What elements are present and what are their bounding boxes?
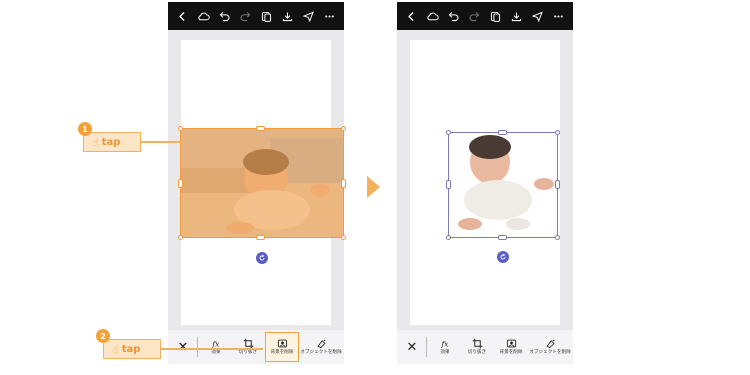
step-badge: 1 (78, 122, 92, 136)
close-button[interactable]: ✕ (172, 330, 194, 364)
resize-handle[interactable] (446, 130, 451, 135)
rotate-icon (500, 253, 506, 260)
download-icon[interactable] (280, 8, 296, 24)
svg-text:fx: fx (440, 339, 449, 348)
resize-handle[interactable] (555, 235, 560, 240)
top-toolbar (168, 2, 344, 30)
tap-label: tap (101, 136, 121, 148)
crop-icon (472, 338, 482, 349)
remove-background-icon (277, 339, 287, 348)
resize-handle[interactable] (178, 235, 183, 240)
cloud-icon[interactable] (425, 8, 441, 24)
resize-handle[interactable] (446, 180, 451, 189)
undo-icon[interactable] (217, 8, 233, 24)
hand-pointer-icon: ☝ (112, 342, 119, 356)
resize-handle[interactable] (498, 130, 507, 135)
step-badge: 2 (96, 329, 110, 343)
callout-leader-line (141, 141, 181, 143)
phone-after: ✕ fx 効果 切り抜き 背景を削除 オブジェクトを削除 (397, 2, 573, 364)
resize-handle[interactable] (341, 179, 346, 188)
rotate-button[interactable] (256, 252, 268, 264)
resize-handle[interactable] (446, 235, 451, 240)
resize-handle[interactable] (555, 180, 560, 189)
effects-tool[interactable]: fx 効果 (201, 330, 231, 364)
crop-label: 切り抜き (238, 350, 258, 356)
resize-handle[interactable] (555, 130, 560, 135)
remove-object-label: オブジェクトを削除 (529, 350, 571, 356)
chevron-left-icon[interactable] (175, 8, 191, 24)
effects-label: 効果 (211, 350, 221, 356)
close-icon: ✕ (177, 339, 189, 355)
resize-handle[interactable] (341, 235, 346, 240)
bottom-toolbar: ✕ fx 効果 切り抜き 背景を削除 オブジェクトを削除 (397, 330, 573, 364)
rotate-icon (259, 254, 265, 261)
close-button[interactable]: ✕ (401, 330, 423, 364)
share-icon[interactable] (530, 8, 546, 24)
toolbar-divider (197, 337, 198, 357)
tap-label: tap (121, 343, 141, 355)
layers-icon[interactable] (488, 8, 504, 24)
tap-label-box: ☝ tap (103, 339, 161, 359)
toolbar-divider (426, 337, 427, 357)
tap-label-box: ☝ tap (83, 132, 141, 152)
crop-tool[interactable]: 切り抜き (231, 330, 265, 364)
remove-background-tool[interactable]: 背景を削除 (494, 330, 528, 364)
resize-handle[interactable] (341, 126, 346, 131)
fx-icon: fx (440, 339, 449, 348)
effects-label: 効果 (440, 350, 450, 356)
close-icon: ✕ (406, 339, 418, 355)
next-step-arrow (367, 176, 380, 198)
selection-frame (180, 128, 344, 238)
resize-handle[interactable] (178, 126, 183, 131)
top-toolbar (397, 2, 573, 30)
resize-handle[interactable] (256, 235, 265, 240)
resize-handle[interactable] (498, 235, 507, 240)
remove-background-tool[interactable]: 背景を削除 (265, 332, 299, 362)
remove-background-label: 背景を削除 (270, 350, 294, 356)
layers-icon[interactable] (259, 8, 275, 24)
bottom-toolbar: ✕ fx 効果 切り抜き 背景を削除 オブジェクトを削除 (168, 330, 344, 364)
remove-object-label: オブジェクトを削除 (300, 350, 342, 356)
share-icon[interactable] (301, 8, 317, 24)
remove-background-label: 背景を削除 (499, 350, 523, 356)
resize-handle[interactable] (256, 126, 265, 131)
resize-handle[interactable] (178, 179, 183, 188)
crop-label: 切り抜き (467, 350, 487, 356)
remove-object-icon (545, 339, 555, 349)
rotate-button[interactable] (497, 251, 509, 263)
chevron-left-icon[interactable] (404, 8, 420, 24)
crop-tool[interactable]: 切り抜き (460, 330, 494, 364)
effects-tool[interactable]: fx 効果 (430, 330, 460, 364)
remove-object-tool[interactable]: オブジェクトを削除 (528, 330, 572, 364)
remove-object-tool[interactable]: オブジェクトを削除 (299, 330, 343, 364)
more-icon[interactable] (322, 8, 338, 24)
tutorial-stage: ✕ fx 効果 切り抜き 背景を削除 オブジェクトを削除 ☝ tap 1 ☝ t… (0, 0, 750, 375)
callout-leader-line (161, 348, 263, 350)
more-icon[interactable] (551, 8, 567, 24)
undo-icon[interactable] (446, 8, 462, 24)
download-icon[interactable] (509, 8, 525, 24)
redo-icon[interactable] (238, 8, 254, 24)
remove-object-icon (316, 339, 326, 349)
phone-before: ✕ fx 効果 切り抜き 背景を削除 オブジェクトを削除 (168, 2, 346, 364)
selection-frame (448, 132, 558, 238)
remove-background-icon (506, 339, 516, 348)
hand-pointer-icon: ☝ (92, 135, 99, 149)
cloud-icon[interactable] (196, 8, 212, 24)
redo-icon[interactable] (467, 8, 483, 24)
